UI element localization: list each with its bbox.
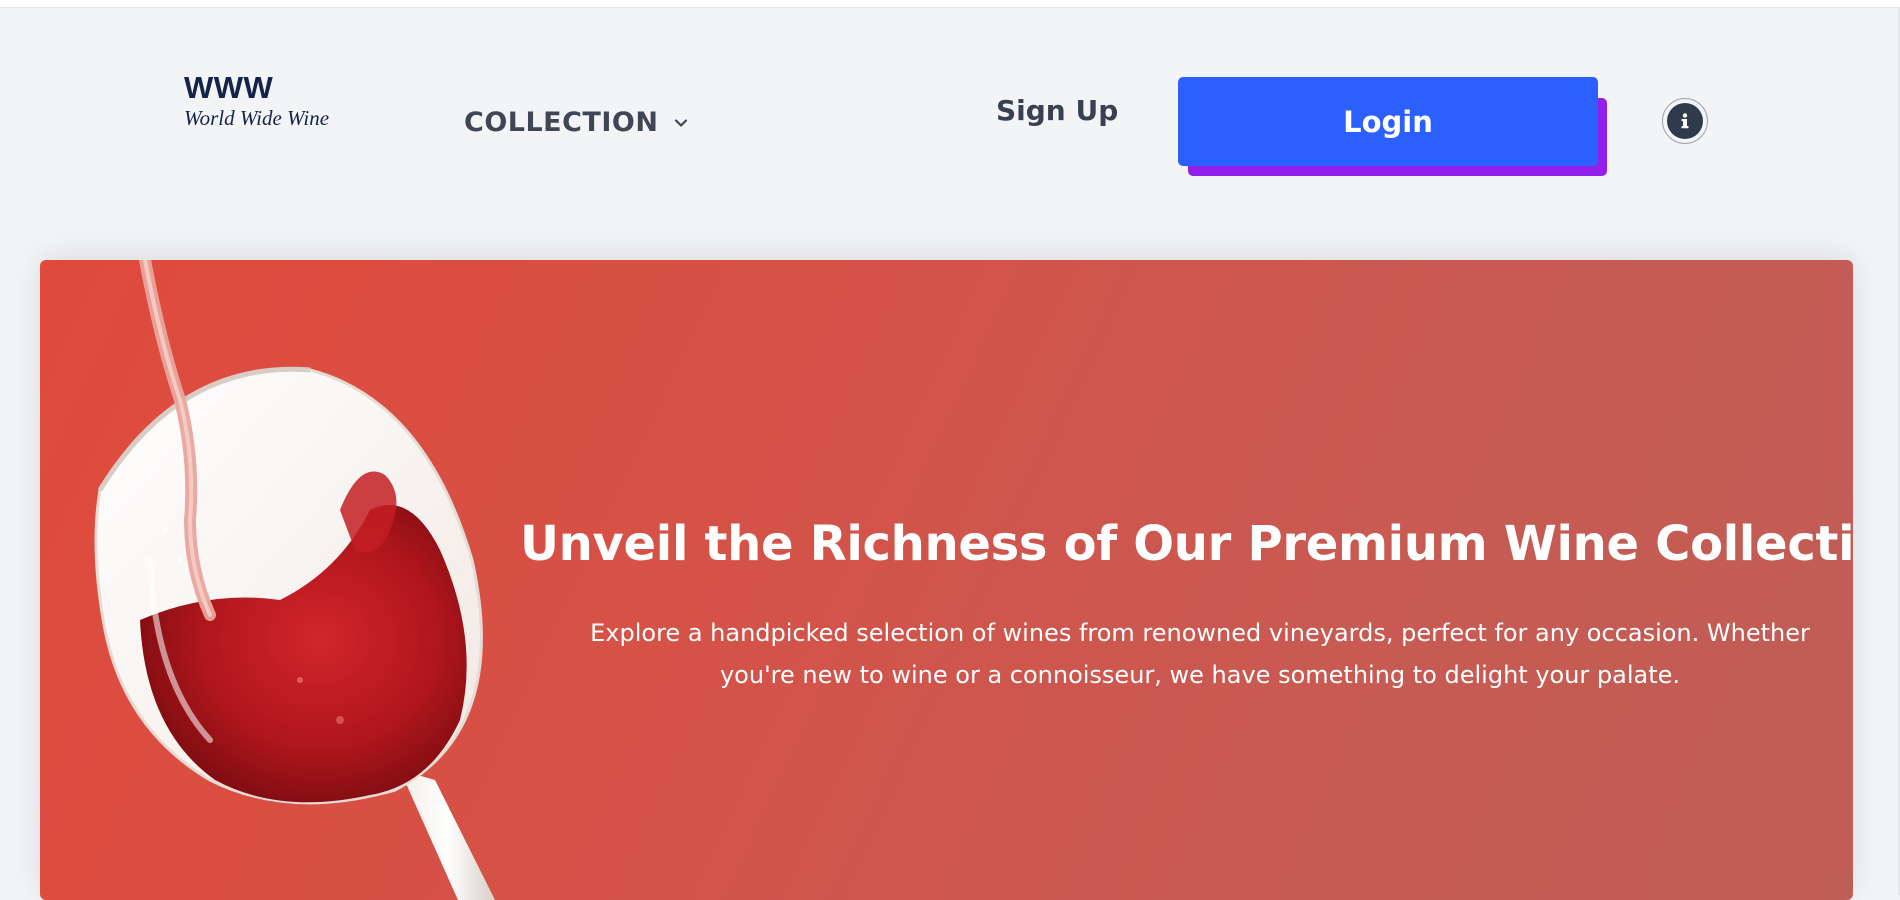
login-button-group: Login (1178, 77, 1607, 177)
logo-mark: WWW (184, 70, 274, 105)
login-button[interactable]: Login (1178, 77, 1598, 166)
info-icon (1667, 103, 1703, 139)
signup-link[interactable]: Sign Up (996, 91, 1118, 131)
hero-title: Unveil the Richness of Our Premium Wine … (520, 516, 1853, 572)
logo[interactable]: WWW World Wide Wine (184, 70, 384, 130)
nav-collection-label: COLLECTION (464, 107, 659, 138)
info-glyph (1681, 113, 1689, 129)
logo-tagline: World Wide Wine (184, 106, 330, 130)
top-border (0, 0, 1900, 8)
nav-collection-dropdown[interactable]: COLLECTION (464, 104, 688, 142)
hero-subtitle: Explore a handpicked selection of wines … (590, 619, 1810, 689)
info-button[interactable] (1662, 98, 1708, 144)
chevron-down-icon (675, 119, 688, 127)
hero-banner: Unveil the Richness of Our Premium Wine … (40, 260, 1853, 900)
wine-glass-pour-image (94, 260, 495, 900)
